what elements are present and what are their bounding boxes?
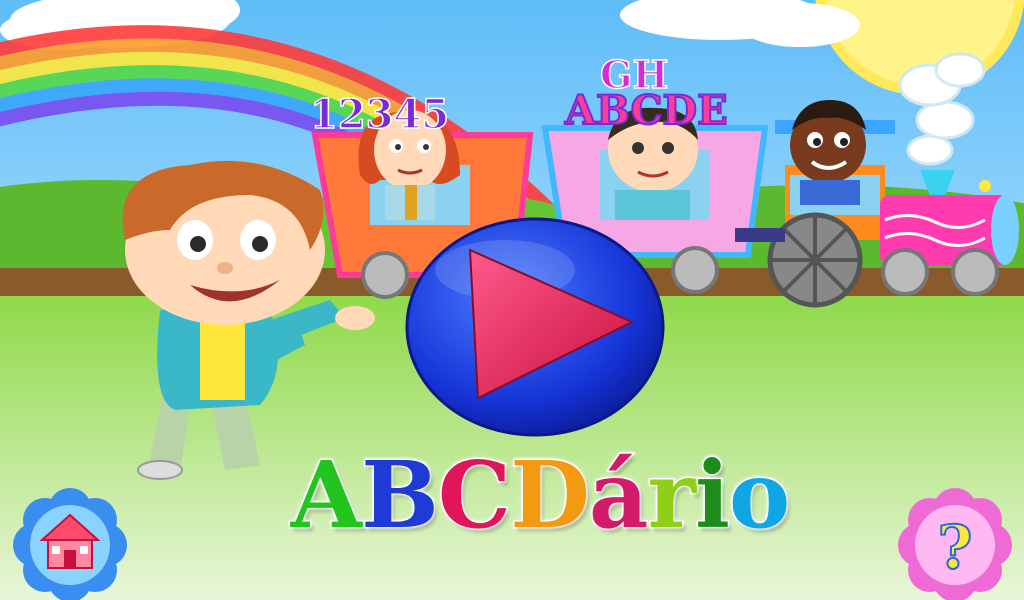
title-letter: á <box>587 440 650 551</box>
title-letter: D <box>509 440 592 551</box>
letters-cargo: ABCDE <box>564 87 728 134</box>
game-title: ABCDário <box>200 440 880 551</box>
driver-character <box>790 100 866 205</box>
title-letter: B <box>360 440 441 551</box>
numbers-cargo: 12345 <box>310 91 449 138</box>
title-letter: o <box>727 440 791 551</box>
help-button[interactable]: ? <box>898 488 1012 600</box>
title-letter: r <box>646 440 698 551</box>
help-icon[interactable]: ? <box>936 512 973 584</box>
title-letter: i <box>693 440 731 551</box>
play-button[interactable] <box>405 217 665 437</box>
home-button[interactable] <box>13 488 127 600</box>
title-letter: C <box>436 440 512 551</box>
title-letter: A <box>289 440 363 551</box>
